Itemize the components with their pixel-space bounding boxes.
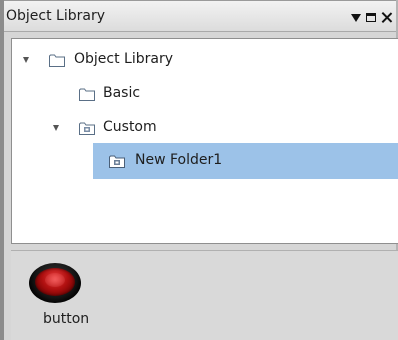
tree-item-custom[interactable]: Custom [12,113,398,143]
panel-menu-arrow-icon[interactable] [351,13,361,22]
panel-title: Object Library [6,8,105,24]
library-item-label: button [43,311,90,327]
custom-folder-icon [79,122,95,135]
red-round-button-icon[interactable] [29,263,81,303]
custom-folder-icon [109,155,125,168]
tree-item-basic[interactable]: Basic [12,79,398,109]
folder-icon [49,54,65,67]
tree-item-label: Basic [103,85,141,101]
tree-item-object-library[interactable]: Object Library [12,45,398,75]
expand-arrow-icon[interactable] [23,57,29,63]
maximize-icon[interactable] [366,12,376,22]
panel-title-controls [351,1,392,33]
button-face [35,268,75,296]
folder-icon [79,88,95,101]
object-library-panel: Object Library Object Library Basic Cust… [0,0,398,340]
close-icon[interactable] [381,12,392,23]
expand-arrow-icon[interactable] [53,125,59,131]
tree-item-label: Object Library [74,51,173,67]
library-items-area: button [11,250,398,340]
tree-item-new-folder1[interactable]: New Folder1 [93,146,398,176]
tree-item-label: New Folder1 [135,152,223,168]
object-tree[interactable]: Object Library Basic Custom New Folder1 [11,38,398,244]
panel-titlebar[interactable]: Object Library [4,0,396,32]
tree-item-label: Custom [103,119,157,135]
